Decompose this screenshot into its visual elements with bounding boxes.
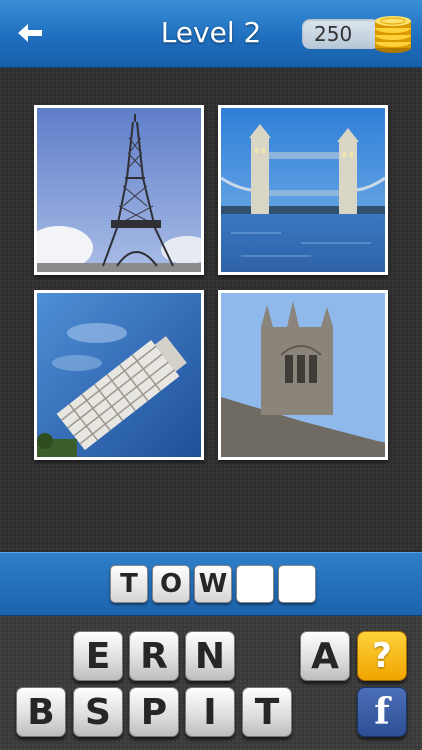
letter-key[interactable]: P bbox=[129, 687, 179, 737]
coin-counter[interactable]: 250 bbox=[302, 19, 380, 49]
letter-key[interactable]: I bbox=[185, 687, 235, 737]
puzzle-image-church-tower[interactable] bbox=[218, 290, 388, 460]
tower-bridge-picture bbox=[221, 108, 385, 272]
facebook-share-button[interactable]: f bbox=[357, 687, 407, 737]
letter-key[interactable]: R bbox=[129, 631, 179, 681]
letter-key[interactable]: N bbox=[185, 631, 235, 681]
church-tower-picture bbox=[221, 293, 385, 457]
answer-slot[interactable]: T bbox=[110, 565, 148, 603]
coin-count: 250 bbox=[314, 22, 353, 46]
answer-slot[interactable]: O bbox=[152, 565, 190, 603]
puzzle-image-eiffel-tower[interactable] bbox=[34, 105, 204, 275]
letter-key[interactable]: T bbox=[242, 687, 292, 737]
eiffel-tower-picture bbox=[37, 108, 201, 272]
letter-key[interactable]: A bbox=[300, 631, 350, 681]
puzzle-board bbox=[0, 68, 422, 550]
letter-key[interactable]: S bbox=[73, 687, 123, 737]
answer-slot-empty[interactable] bbox=[236, 565, 274, 603]
pisa-tower-picture bbox=[37, 293, 201, 457]
puzzle-image-pisa-tower[interactable] bbox=[34, 290, 204, 460]
answer-slot[interactable]: W bbox=[194, 565, 232, 603]
puzzle-image-tower-bridge[interactable] bbox=[218, 105, 388, 275]
letter-key[interactable]: B bbox=[16, 687, 66, 737]
answer-slot-empty[interactable] bbox=[278, 565, 316, 603]
letter-key[interactable]: E bbox=[73, 631, 123, 681]
top-bar: Level 2 250 bbox=[0, 0, 422, 68]
coin-stack-icon bbox=[375, 16, 411, 53]
hint-button[interactable]: ? bbox=[357, 631, 407, 681]
